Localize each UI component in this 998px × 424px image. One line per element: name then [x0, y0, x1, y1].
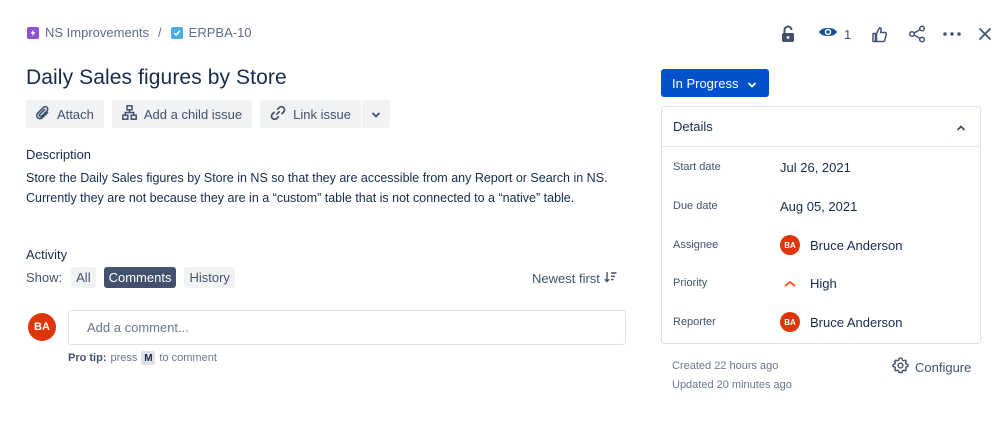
attach-label: Attach — [57, 106, 94, 122]
created-timestamp: Created 22 hours ago — [672, 360, 779, 372]
pro-tip-label: Pro tip: — [68, 352, 107, 364]
watch-button[interactable]: 1 — [818, 20, 851, 48]
description-line: Store the Daily Sales figures by Store i… — [26, 171, 608, 185]
sort-order-button[interactable]: Newest first — [532, 271, 617, 286]
details-panel: Details Start date Jul 26, 2021 Due date… — [661, 106, 981, 344]
configure-button[interactable]: Configure — [892, 357, 971, 377]
field-start-date[interactable]: Start date Jul 26, 2021 — [662, 148, 980, 186]
sort-label: Newest first — [532, 271, 600, 286]
assignee-name: Bruce Anderson — [810, 237, 903, 253]
avatar: BA — [780, 312, 800, 332]
details-header[interactable]: Details — [662, 107, 980, 147]
watch-count: 1 — [844, 26, 852, 42]
sort-descending-icon — [600, 271, 617, 286]
priority-value: High — [780, 276, 837, 291]
pro-tip-rest: to comment — [159, 352, 217, 364]
pro-tip-press: press — [110, 352, 138, 364]
breadcrumb-issue-key: ERPBA-10 — [188, 25, 252, 40]
reporter-name: Bruce Anderson — [810, 314, 903, 330]
more-horizontal-icon[interactable] — [943, 20, 961, 48]
breadcrumb-separator: / — [158, 25, 162, 40]
thumbs-up-icon[interactable] — [871, 20, 888, 48]
breadcrumb-project[interactable]: NS Improvements — [27, 25, 149, 40]
status-label: In Progress — [672, 75, 739, 91]
description-body[interactable]: Store the Daily Sales figures by Store i… — [26, 168, 626, 208]
close-icon[interactable] — [978, 20, 992, 48]
lock-open-icon[interactable] — [780, 20, 796, 48]
project-icon — [27, 26, 39, 39]
task-icon — [170, 26, 183, 39]
avatar: BA — [780, 235, 800, 255]
chevron-down-icon — [738, 76, 757, 91]
link-issue-button[interactable]: Link issue — [260, 100, 361, 128]
description-line: Currently they are not because they are … — [26, 191, 575, 205]
shortcut-key: M — [141, 351, 156, 365]
configure-label: Configure — [915, 359, 972, 375]
avatar: BA — [28, 313, 56, 341]
field-label: Start date — [673, 161, 721, 173]
field-label: Priority — [673, 277, 708, 289]
field-label: Reporter — [673, 316, 716, 328]
activity-filter-bar: Show: All Comments History — [26, 267, 243, 288]
pro-tip: Pro tip: press M to comment — [68, 351, 217, 365]
updated-timestamp: Updated 20 minutes ago — [672, 379, 792, 391]
chevron-up-icon — [956, 119, 966, 134]
add-child-issue-label: Add a child issue — [143, 106, 243, 122]
comment-input[interactable]: Add a comment... — [68, 310, 626, 345]
breadcrumb: NS Improvements / ERPBA-10 — [27, 25, 252, 40]
gear-icon — [892, 357, 915, 377]
link-icon — [270, 105, 293, 124]
field-label: Assignee — [673, 239, 719, 251]
chevron-down-icon — [371, 105, 381, 123]
child-issue-icon — [121, 105, 144, 123]
link-issue-label: Link issue — [293, 106, 351, 122]
filter-history[interactable]: History — [184, 267, 235, 288]
toolbar-more-button[interactable] — [361, 100, 390, 128]
issue-title[interactable]: Daily Sales figures by Store — [26, 66, 287, 90]
share-icon[interactable] — [908, 20, 926, 48]
field-assignee[interactable]: Assignee BA Bruce Anderson — [662, 226, 980, 264]
paperclip-icon — [35, 105, 57, 124]
status-dropdown[interactable]: In Progress — [661, 69, 769, 97]
details-title: Details — [673, 119, 713, 134]
start-date-value: Jul 26, 2021 — [780, 159, 851, 175]
description-heading: Description — [26, 147, 92, 162]
field-label: Due date — [673, 200, 718, 212]
due-date-value: Aug 05, 2021 — [780, 198, 858, 214]
eye-icon — [818, 25, 838, 44]
assignee-value: BA Bruce Anderson — [780, 235, 903, 255]
priority-name: High — [810, 275, 837, 291]
issue-toolbar: Attach Add a child issue Link issue — [26, 100, 390, 128]
attach-button[interactable]: Attach — [26, 100, 104, 128]
add-child-issue-button[interactable]: Add a child issue — [111, 100, 253, 128]
breadcrumb-issue[interactable]: ERPBA-10 — [170, 25, 252, 40]
filter-all[interactable]: All — [71, 267, 96, 288]
show-label: Show: — [26, 270, 63, 285]
breadcrumb-project-label: NS Improvements — [45, 25, 150, 40]
link-issue-group: Link issue — [260, 100, 390, 128]
activity-heading: Activity — [26, 247, 68, 262]
field-reporter[interactable]: Reporter BA Bruce Anderson — [662, 303, 980, 341]
field-due-date[interactable]: Due date Aug 05, 2021 — [662, 187, 980, 225]
reporter-value: BA Bruce Anderson — [780, 312, 903, 332]
field-priority[interactable]: Priority High — [662, 264, 980, 302]
filter-comments[interactable]: Comments — [103, 267, 177, 288]
priority-high-icon — [780, 280, 800, 287]
issue-meta: Created 22 hours ago Updated 20 minutes … — [672, 357, 792, 395]
